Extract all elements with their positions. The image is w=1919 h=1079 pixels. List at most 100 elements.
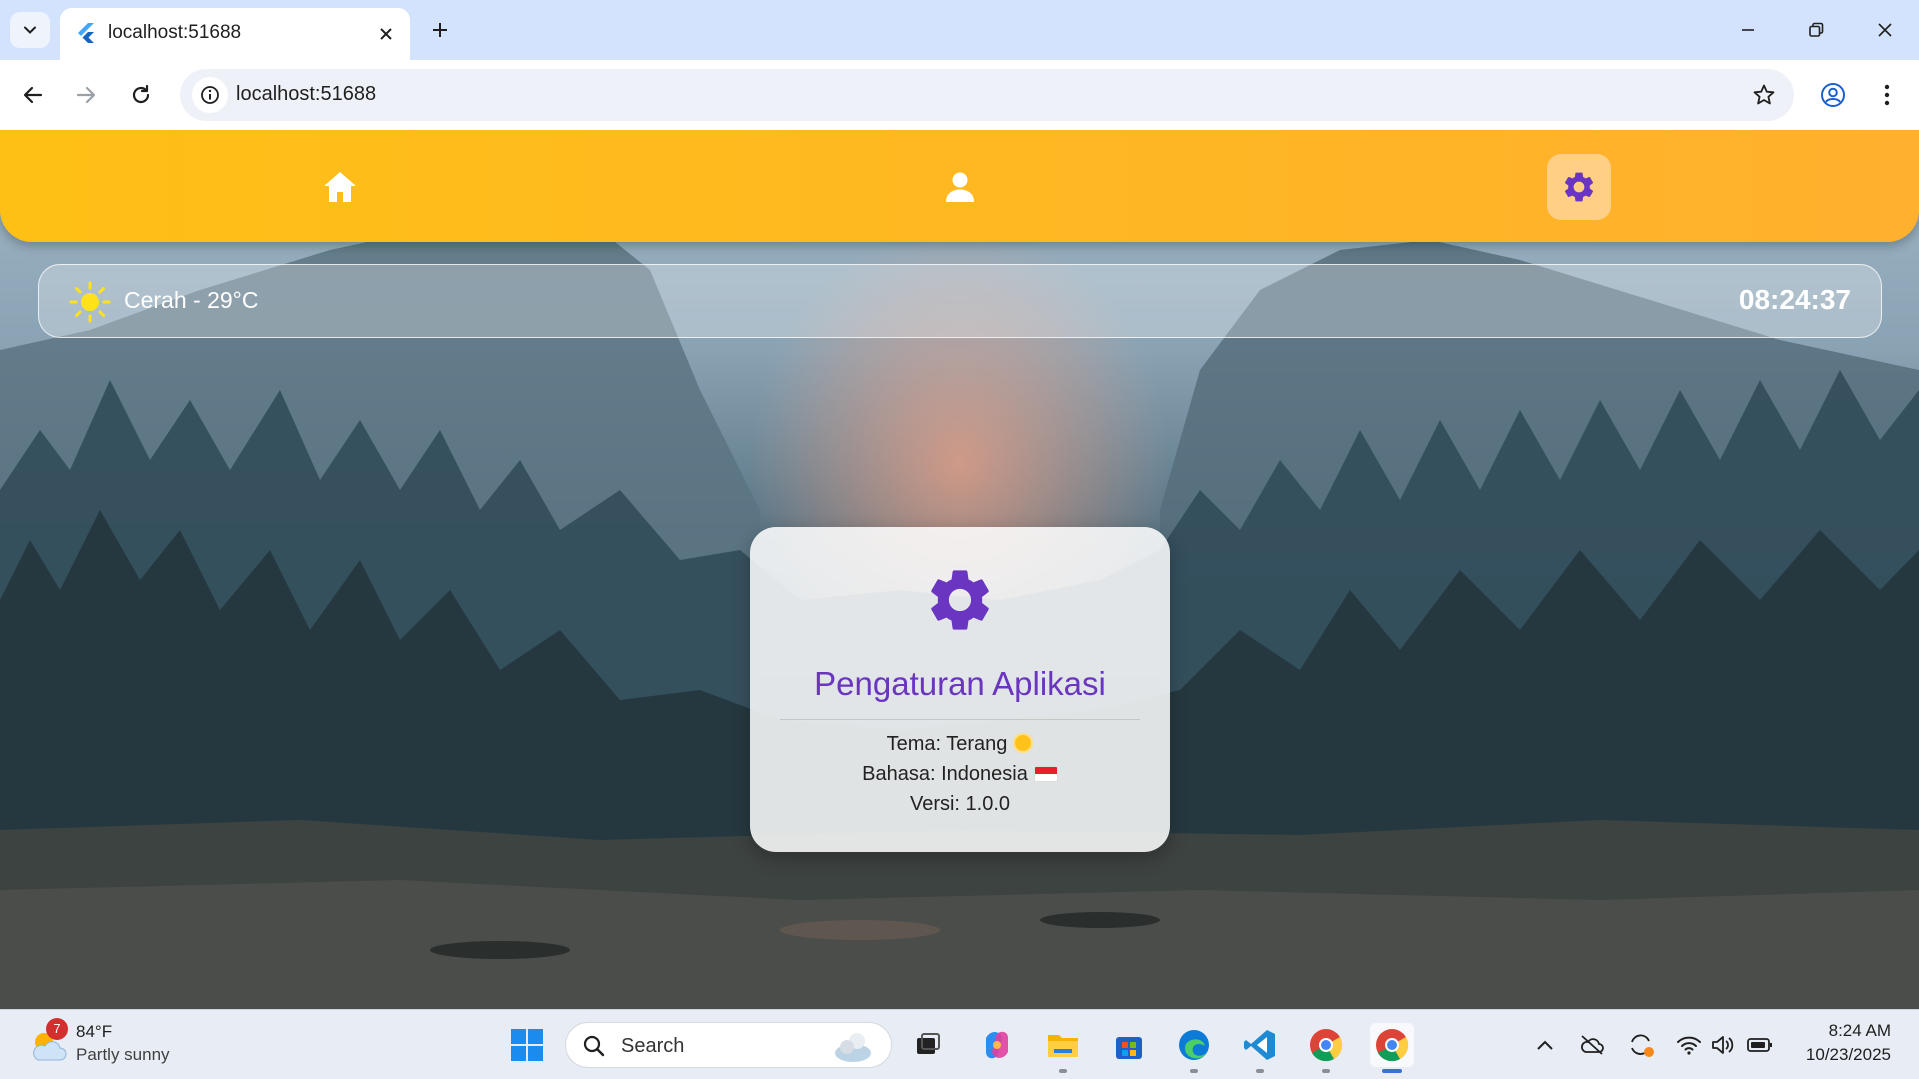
plus-icon: [433, 23, 447, 37]
settings-title: Pengaturan Aplikasi: [814, 665, 1106, 702]
indonesia-flag-icon: [1033, 766, 1058, 782]
cloud-sync-off-button[interactable]: [1577, 1030, 1607, 1060]
arrow-left-icon: [23, 86, 43, 104]
nav-settings-button[interactable]: [1547, 154, 1611, 220]
info-icon: [201, 86, 219, 104]
chrome-icon: [1376, 1029, 1409, 1062]
new-tab-button[interactable]: [422, 12, 458, 48]
minimize-button[interactable]: [1720, 8, 1776, 52]
folder-icon: [1048, 1035, 1078, 1057]
sun-icon: [69, 281, 111, 323]
copilot-icon: [986, 1031, 1008, 1059]
reload-icon: [132, 84, 150, 104]
active-indicator: [1382, 1069, 1402, 1073]
address-bar[interactable]: localhost:51688: [180, 69, 1794, 121]
windows-logo-icon: [511, 1029, 543, 1061]
sync-icon: [1631, 1034, 1654, 1057]
star-icon: [1753, 84, 1775, 105]
cloud-off-icon: [1581, 1035, 1604, 1055]
sun-emoji-icon: [1013, 733, 1034, 753]
task-view-icon: [917, 1033, 940, 1054]
speaker-icon: [1712, 1036, 1734, 1054]
chrome-icon: [1310, 1029, 1343, 1062]
taskbar-clock[interactable]: 8:24 AM 10/23/2025: [1806, 1021, 1891, 1065]
tab-title: localhost:51688: [108, 22, 242, 43]
weather-widget[interactable]: 7 84°F Partly sunny: [28, 1018, 198, 1070]
profile-button[interactable]: [1811, 73, 1855, 117]
volume-button[interactable]: [1708, 1030, 1738, 1060]
running-indicator: [1190, 1069, 1198, 1073]
more-vert-icon: [1884, 84, 1890, 106]
taskbar-search[interactable]: Search: [565, 1022, 892, 1068]
theme-setting: Tema: Terang: [750, 733, 1170, 756]
minimize-icon: [1742, 29, 1754, 31]
browser-toolbar: localhost:51688: [0, 60, 1919, 130]
gear-icon: [1564, 172, 1594, 202]
vscode-button[interactable]: [1238, 1023, 1282, 1073]
ms-store-button[interactable]: [1107, 1023, 1151, 1067]
weather-bar: Cerah - 29°C 08:24:37: [38, 264, 1882, 338]
app-navbar: [0, 130, 1919, 242]
show-hidden-icons-button[interactable]: [1530, 1030, 1560, 1060]
version-info: Versi: 1.0.0: [909, 793, 1011, 815]
menu-button[interactable]: [1865, 73, 1909, 117]
close-window-button[interactable]: [1857, 8, 1913, 52]
clock-time: 8:24 AM: [1828, 1021, 1891, 1040]
restore-button[interactable]: [1788, 8, 1844, 52]
app-viewport: Cerah - 29°C 08:24:37 Pengaturan Aplikas…: [0, 130, 1919, 1009]
edge-icon: [1179, 1030, 1209, 1060]
close-icon: [1878, 23, 1892, 37]
nav-profile-button[interactable]: [928, 154, 992, 220]
taskbar: 7 84°F Partly sunny Search 8:24 AM 10/23…: [0, 1009, 1919, 1079]
bookmark-button[interactable]: [1746, 77, 1782, 113]
search-label: Search: [621, 1035, 685, 1057]
chrome-button[interactable]: [1304, 1023, 1348, 1073]
battery-button[interactable]: [1745, 1030, 1775, 1060]
running-indicator: [1322, 1069, 1330, 1073]
chrome-active-button[interactable]: [1370, 1023, 1414, 1073]
weather-desc: Partly sunny: [76, 1045, 170, 1064]
running-indicator: [1256, 1069, 1264, 1073]
digital-clock: 08:24:37: [1738, 284, 1851, 315]
home-icon: [324, 172, 356, 202]
arrow-right-icon: [76, 86, 96, 104]
search-highlight-icon: [835, 1033, 871, 1062]
wifi-icon: [1677, 1036, 1701, 1055]
wifi-button[interactable]: [1674, 1030, 1704, 1060]
weather-condition: Cerah - 29°C: [124, 287, 259, 313]
weather-badge: 7: [46, 1018, 68, 1040]
forward-button[interactable]: [64, 73, 108, 117]
nav-home-button[interactable]: [308, 154, 372, 220]
file-explorer-button[interactable]: [1041, 1023, 1085, 1073]
sync-status-button[interactable]: [1626, 1030, 1656, 1060]
flutter-favicon-icon: [78, 23, 94, 43]
account-circle-icon: [1821, 83, 1845, 107]
browser-tab[interactable]: localhost:51688: [60, 8, 410, 60]
task-view-button[interactable]: [906, 1023, 950, 1067]
battery-icon: [1747, 1038, 1772, 1052]
browser-tabstrip: localhost:51688: [0, 0, 1919, 60]
reload-button[interactable]: [119, 73, 163, 117]
language-text: Bahasa: Indonesia: [862, 763, 1028, 785]
tab-search-button[interactable]: [10, 12, 50, 48]
settings-card: Pengaturan Aplikasi Tema: Terang Bahasa:…: [750, 527, 1170, 852]
tab-close-button[interactable]: [372, 20, 400, 48]
back-button[interactable]: [11, 73, 55, 117]
language-setting: Bahasa: Indonesia: [750, 763, 1170, 786]
edge-button[interactable]: [1172, 1023, 1216, 1073]
vscode-icon: [1244, 1030, 1275, 1060]
close-icon: [380, 28, 392, 40]
clock-date: 10/23/2025: [1805, 1045, 1891, 1064]
chevron-down-icon: [24, 26, 36, 34]
theme-text: Tema: Terang: [886, 733, 1008, 755]
site-info-button[interactable]: [192, 77, 228, 113]
restore-icon: [1809, 22, 1824, 37]
divider: [780, 719, 1140, 720]
copilot-button[interactable]: [975, 1023, 1019, 1067]
start-button[interactable]: [505, 1023, 549, 1067]
running-indicator: [1059, 1069, 1067, 1073]
search-icon: [583, 1035, 605, 1057]
weather-temp: 84°F: [76, 1022, 113, 1041]
gear-icon: [931, 570, 989, 630]
url-text: localhost:51688: [236, 83, 377, 105]
